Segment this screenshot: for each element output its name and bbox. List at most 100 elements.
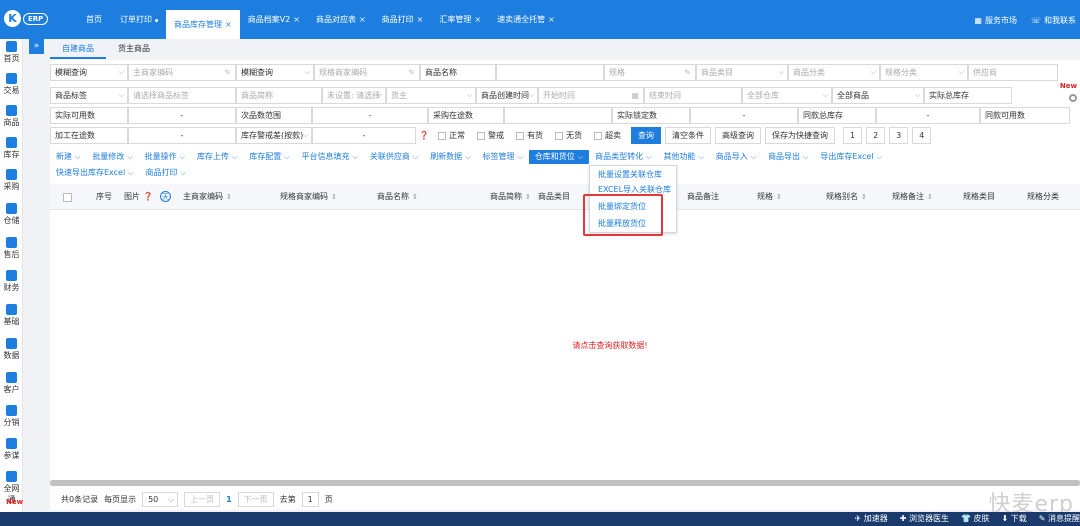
message-link[interactable]: ✎ 消息提醒 — [1039, 513, 1080, 524]
tag-mode-select[interactable]: 商品标签 ⌵ — [50, 87, 128, 104]
tab-order-print[interactable]: 订单打印 — [112, 10, 166, 30]
main-code-input[interactable]: 主商家编码 ✎ — [128, 64, 236, 81]
start-time-input[interactable]: 开始时间 ▦ — [538, 87, 644, 104]
skin-link[interactable]: 👕 皮肤 — [961, 513, 990, 524]
sort-icon[interactable]: ⇕ — [861, 193, 867, 201]
sidebar-item-customer[interactable]: 客户 — [0, 372, 23, 395]
settings-gear-icon[interactable] — [1069, 94, 1077, 102]
available-qty-range[interactable]: - — [128, 107, 236, 124]
tab-exchange-rate[interactable]: 汇率管理 × — [431, 10, 489, 30]
unset-select[interactable]: 未设置: 请选择 ⌵ — [322, 87, 386, 104]
quick-query-1-button[interactable]: 1 — [842, 127, 863, 144]
owner-select[interactable]: 货主 ⌵ — [386, 87, 476, 104]
checkbox-normal[interactable]: 正常 — [432, 127, 471, 144]
sidebar-item-advisor[interactable]: 参谋 — [0, 438, 23, 461]
close-icon[interactable]: × — [548, 10, 555, 30]
accelerator-link[interactable]: ✈ 加速器 — [854, 513, 887, 524]
refresh-data-menu[interactable]: 刷新数据 ⌵ — [424, 150, 476, 164]
link-supplier-menu[interactable]: 关联供应商 ⌵ — [364, 150, 424, 164]
quick-query-2-button[interactable]: 2 — [866, 127, 886, 144]
batch-operation-menu[interactable]: 批量操作 ⌵ — [139, 150, 191, 164]
stock-upload-menu[interactable]: 库存上传 ⌵ — [191, 150, 243, 164]
tag-select[interactable]: 请选择商品标签 — [128, 87, 236, 104]
app-logo[interactable]: K ERP — [4, 10, 52, 30]
calendar-icon[interactable]: ▦ — [631, 88, 639, 103]
close-icon[interactable]: × — [293, 10, 300, 30]
help-icon[interactable]: ❓ — [416, 127, 432, 144]
warehouse-select[interactable]: 全部仓库 ⌵ — [742, 87, 832, 104]
close-icon[interactable]: × — [359, 10, 366, 30]
browser-doctor-link[interactable]: ✚ 浏览器医生 — [900, 513, 949, 524]
sort-icon[interactable]: ⇕ — [226, 193, 232, 201]
alert-diff-select[interactable]: 库存警戒差(按款) ⌵ — [236, 127, 312, 144]
other-functions-menu[interactable]: 其他功能 ⌵ — [657, 150, 709, 164]
col-short-name[interactable]: 商品简称 ⇕ — [490, 191, 531, 202]
end-time-input[interactable]: 结束时间 — [644, 87, 742, 104]
col-day-icon[interactable]: 天 — [160, 191, 171, 202]
query-button[interactable]: 查询 — [630, 127, 661, 144]
horizontal-scrollbar[interactable] — [50, 480, 1080, 486]
sort-icon[interactable]: ⇕ — [412, 193, 418, 201]
next-page-button[interactable]: 下一页 — [237, 491, 274, 507]
warehouse-location-menu[interactable]: 仓库和货位 ⌵ — [528, 150, 590, 164]
sidebar-item-distribution[interactable]: 分销 — [0, 405, 23, 428]
col-spec-code[interactable]: 规格商家编码 ⇕ — [280, 191, 337, 202]
save-quick-query-button[interactable]: 保存为快捷查询 — [764, 127, 835, 144]
category-select[interactable]: 商品类目 ⌵ — [696, 64, 788, 81]
close-icon[interactable]: × — [474, 10, 481, 30]
close-icon[interactable]: × — [417, 10, 424, 30]
collapse-toggle-button[interactable]: » — [29, 39, 44, 54]
short-name-input[interactable]: 商品简称 — [236, 87, 322, 104]
platform-fill-menu[interactable]: 平台信息填充 ⌵ — [296, 150, 364, 164]
supplier-input[interactable]: 供应商 — [968, 64, 1058, 81]
scrollbar-thumb[interactable] — [50, 480, 1080, 486]
quick-query-4-button[interactable]: 4 — [912, 127, 932, 144]
sidebar-item-purchase[interactable]: 采购 — [0, 169, 23, 192]
tag-manage-menu[interactable]: 标签管理 ⌵ — [477, 150, 529, 164]
sidebar-item-trade[interactable]: 交易 — [0, 73, 23, 96]
sort-icon[interactable]: ⇕ — [525, 193, 531, 201]
sort-icon[interactable]: ⇕ — [776, 193, 782, 201]
subtab-owner[interactable]: 货主商品 — [106, 39, 162, 59]
stock-config-menu[interactable]: 库存配置 ⌵ — [243, 150, 295, 164]
product-import-menu[interactable]: 商品导入 ⌵ — [710, 150, 762, 164]
batch-set-warehouse-item[interactable]: 批量设置关联仓库 — [598, 169, 662, 180]
batch-edit-menu[interactable]: 批量修改 ⌵ — [86, 150, 138, 164]
col-spec[interactable]: 规格 ⇕ — [757, 191, 782, 202]
alert-diff-input[interactable]: - — [312, 127, 416, 144]
product-name-input[interactable] — [496, 64, 604, 81]
export-stock-excel-menu[interactable]: 导出库存Excel ⌵ — [814, 150, 888, 164]
quick-query-3-button[interactable]: 3 — [889, 127, 909, 144]
spec-input[interactable]: 规格 ✎ — [604, 64, 696, 81]
process-transit-input[interactable]: - — [128, 127, 236, 144]
goto-page-input[interactable]: 1 — [301, 491, 319, 507]
tab-product-archive[interactable]: 商品档案V2 × — [240, 10, 308, 30]
help-icon[interactable]: ❓ — [143, 192, 153, 201]
current-page[interactable]: 1 — [226, 495, 232, 504]
subtab-self-built[interactable]: 自建商品 — [50, 39, 106, 59]
sidebar-item-stock[interactable]: 库存 — [0, 137, 23, 160]
tab-product-print[interactable]: 商品打印 × — [374, 10, 432, 30]
col-spec-alias[interactable]: 规格别名 ⇕ — [826, 191, 867, 202]
purchase-transit-input[interactable] — [504, 107, 612, 124]
sort-icon[interactable]: ⇕ — [331, 193, 337, 201]
close-icon[interactable]: × — [225, 10, 232, 39]
checkbox-in-stock[interactable]: 有货 — [510, 127, 549, 144]
locked-qty-input[interactable]: - — [690, 107, 798, 124]
sort-icon[interactable]: ⇕ — [927, 193, 933, 201]
sidebar-item-finance[interactable]: 财务 — [0, 270, 23, 293]
edit-icon[interactable]: ✎ — [408, 65, 415, 80]
spec-match-select[interactable]: 模糊查询 ⌵ — [236, 64, 314, 81]
checkbox-oversold[interactable]: 超卖 — [588, 127, 627, 144]
product-class-select[interactable]: 商品分类 ⌵ — [788, 64, 880, 81]
per-page-select[interactable]: 50 ⌵ — [142, 491, 179, 507]
sidebar-item-product[interactable]: 商品 — [0, 105, 23, 128]
type-convert-menu[interactable]: 商品类型转化 ⌵ — [589, 150, 657, 164]
contact-link[interactable]: ☏ 和我联系 — [1031, 15, 1076, 26]
prev-page-button[interactable]: 上一页 — [184, 491, 221, 507]
tab-aliexpress[interactable]: 速卖通全托管 × — [489, 10, 563, 30]
advanced-query-button[interactable]: 高级查询 — [714, 127, 761, 144]
checkbox-out-of-stock[interactable]: 无货 — [549, 127, 588, 144]
tab-stock-manage[interactable]: 商品库存管理 × — [166, 10, 240, 39]
sidebar-item-data[interactable]: 数据 — [0, 338, 23, 361]
